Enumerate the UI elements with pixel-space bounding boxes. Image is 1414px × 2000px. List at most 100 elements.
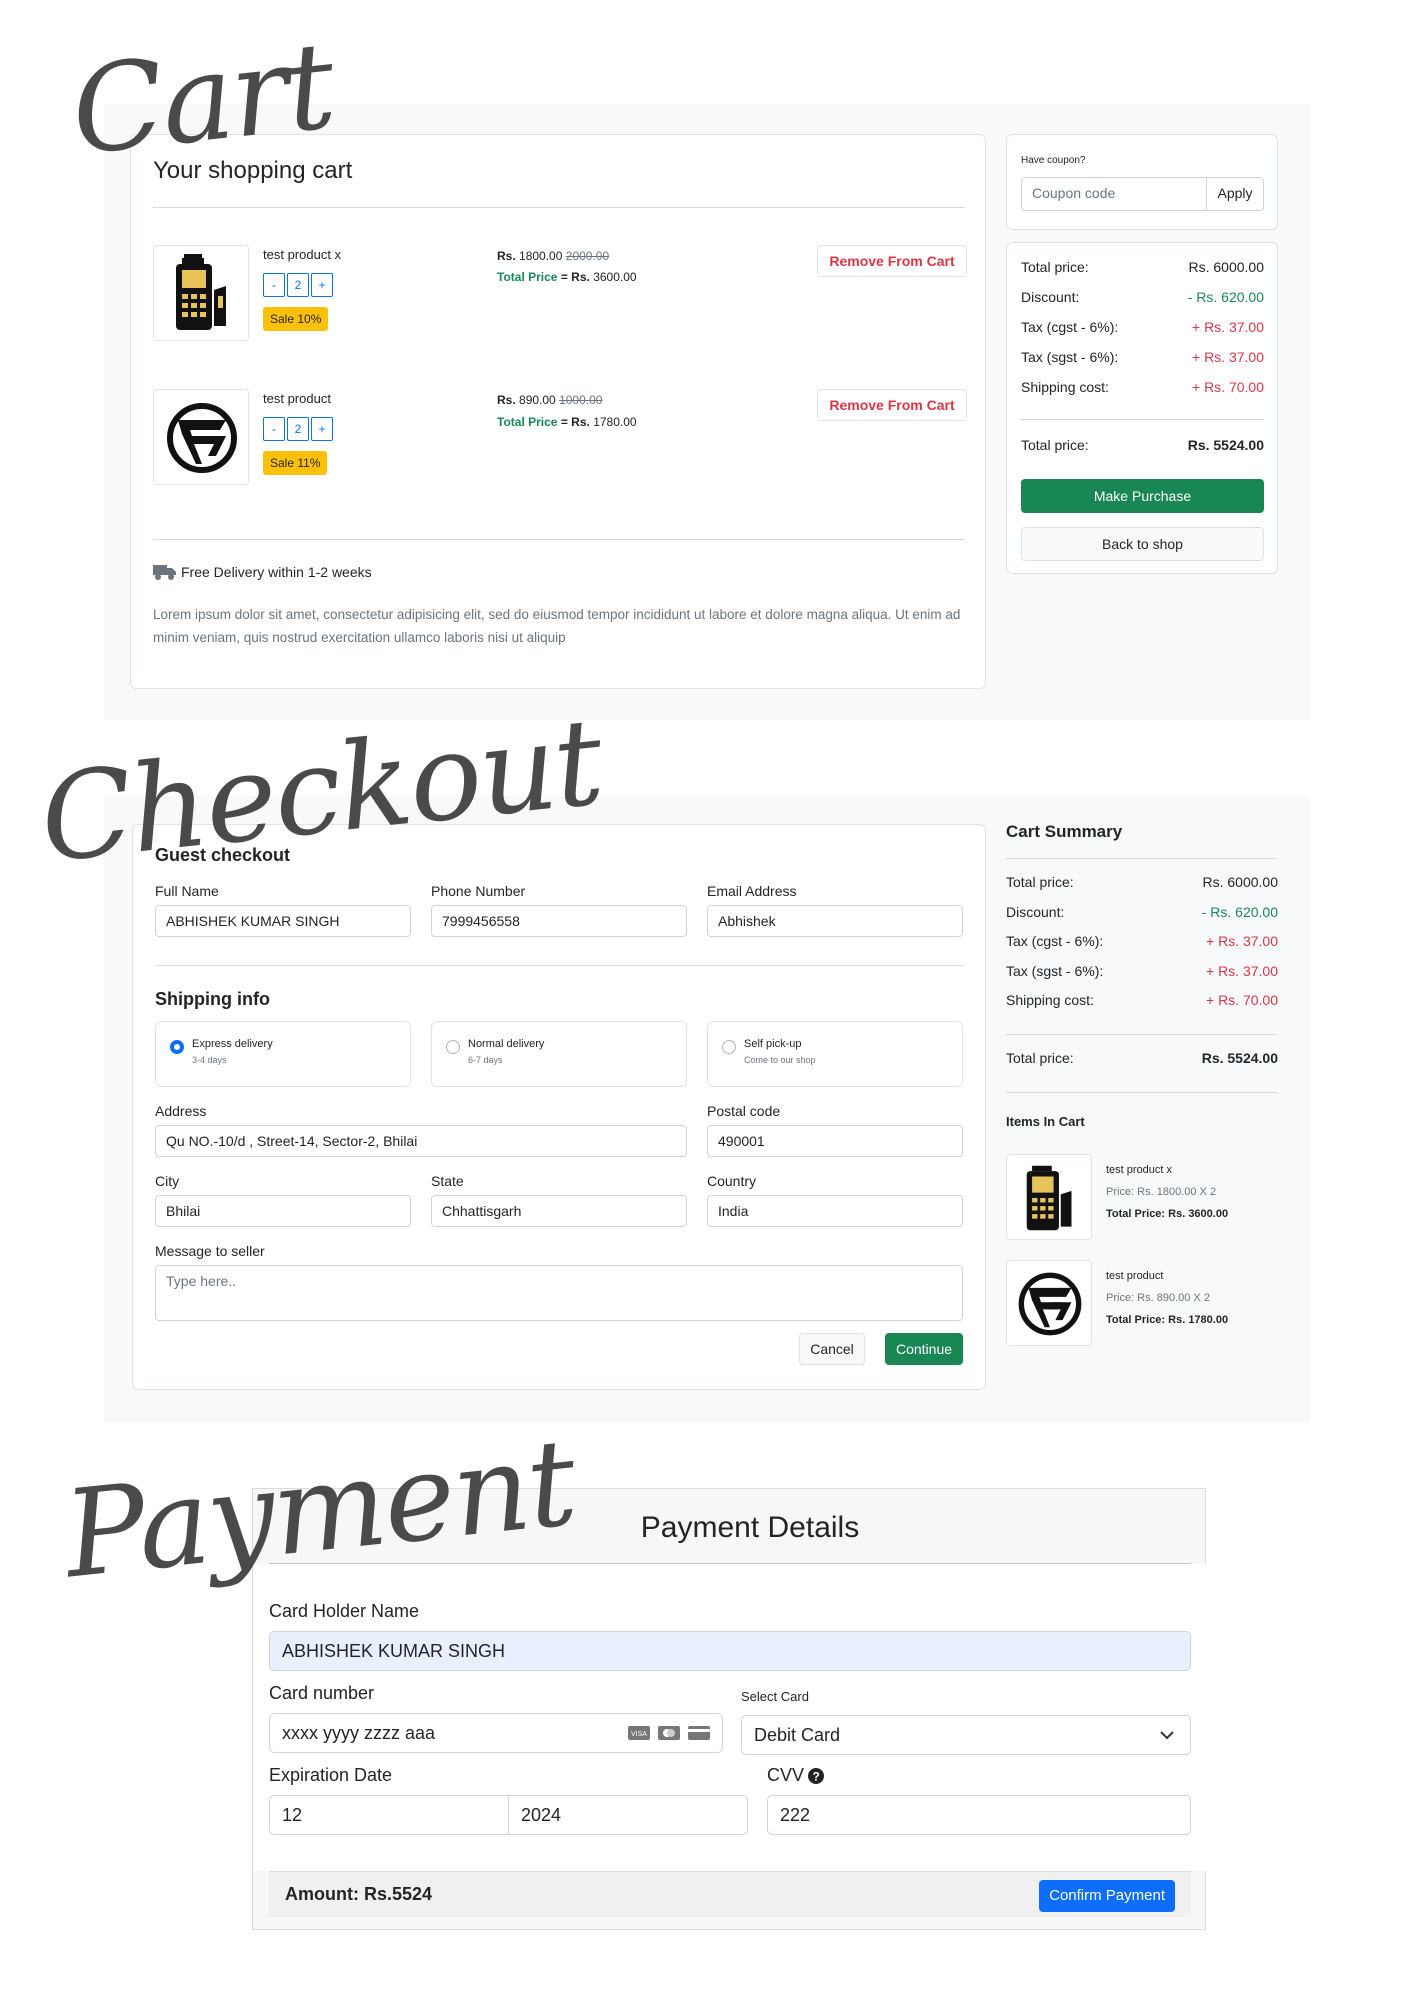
- delivery-option-normal[interactable]: Normal delivery 6-7 days: [431, 1021, 687, 1087]
- value: + Rs. 37.00: [1192, 349, 1264, 365]
- summary-total-row: Total price: Rs. 5524.00: [1006, 1050, 1278, 1066]
- phone-input[interactable]: 7999456558: [431, 905, 687, 937]
- card-icon: [688, 1726, 710, 1740]
- currency: Rs.: [497, 393, 516, 407]
- equals: =: [560, 270, 568, 284]
- summary-row: Tax (sgst - 6%): + Rs. 37.00: [1021, 349, 1264, 365]
- equals: =: [560, 415, 568, 429]
- currency: Rs.: [571, 415, 590, 429]
- continue-button[interactable]: Continue: [885, 1333, 963, 1365]
- product-image: [153, 389, 249, 485]
- qty-value[interactable]: 2: [287, 273, 309, 297]
- question-circle-icon[interactable]: ?: [808, 1767, 825, 1784]
- card-number-input[interactable]: xxxx yyyy zzzz aaa VISA: [269, 1713, 723, 1753]
- country-input[interactable]: India: [707, 1195, 963, 1227]
- option-title: Normal delivery: [468, 1038, 545, 1050]
- summary-row: Tax (cgst - 6%): + Rs. 37.00: [1021, 319, 1264, 335]
- apply-coupon-button[interactable]: Apply: [1206, 177, 1264, 211]
- expiration-label: Expiration Date: [269, 1765, 393, 1785]
- postal-label: Postal code: [707, 1103, 781, 1119]
- product-image: [153, 245, 249, 341]
- currency: Rs.: [497, 249, 516, 263]
- cart-item-total: Total Price: Rs. 3600.00: [1106, 1208, 1229, 1220]
- sale-badge: Sale 11%: [263, 451, 328, 475]
- card-holder-input[interactable]: ABHISHEK KUMAR SINGH: [269, 1631, 1191, 1671]
- full-name-input[interactable]: ABHISHEK KUMAR SINGH: [155, 905, 411, 937]
- cart-item-price: Price: Rs. 1800.00 X 2: [1106, 1186, 1217, 1198]
- radio-button[interactable]: [446, 1040, 460, 1054]
- cvv-input[interactable]: 222: [767, 1795, 1191, 1835]
- city-input[interactable]: Bhilai: [155, 1195, 411, 1227]
- cvv-label: CVV ?: [767, 1765, 825, 1786]
- cvv-label-text: CVV: [767, 1765, 805, 1785]
- radio-button[interactable]: [722, 1040, 736, 1054]
- summary-row: Shipping cost: + Rs. 70.00: [1021, 379, 1264, 395]
- qty-plus-button[interactable]: +: [311, 417, 333, 441]
- confirm-payment-button[interactable]: Confirm Payment: [1039, 1880, 1175, 1912]
- postal-input[interactable]: 490001: [707, 1125, 963, 1157]
- cancel-button[interactable]: Cancel: [799, 1333, 865, 1365]
- product-name: test product: [263, 391, 331, 406]
- make-purchase-button[interactable]: Make Purchase: [1021, 479, 1264, 513]
- product-price: Rs. 1800.00 2000.00: [497, 249, 609, 263]
- label: Total price:: [1006, 1050, 1074, 1066]
- coupon-card: Have coupon? Coupon code Apply: [1006, 134, 1278, 230]
- cart-summary-title: Cart Summary: [1006, 822, 1123, 841]
- summary-row: Tax (sgst - 6%): + Rs. 37.00: [1006, 963, 1278, 979]
- label: Total price:: [1006, 874, 1074, 890]
- currency: Rs.: [571, 270, 590, 284]
- price: 890.00: [519, 393, 556, 407]
- qty-value[interactable]: 2: [287, 417, 309, 441]
- state-input[interactable]: Chhattisgarh: [431, 1195, 687, 1227]
- qty-minus-button[interactable]: -: [263, 417, 285, 441]
- summary-total-row: Total price: Rs. 5524.00: [1021, 437, 1264, 453]
- amount-text: Amount: Rs.5524: [285, 1884, 433, 1904]
- divider: [1006, 1034, 1278, 1035]
- payment-footer: Amount: Rs.5524 Confirm Payment: [269, 1871, 1191, 1917]
- cart-item-price: Price: Rs. 890.00 X 2: [1106, 1292, 1210, 1304]
- qty-minus-button[interactable]: -: [263, 273, 285, 297]
- items-in-cart-title: Items In Cart: [1006, 1114, 1085, 1129]
- delivery-note: Free Delivery within 1-2 weeks: [153, 563, 372, 581]
- message-textarea[interactable]: Type here..: [155, 1265, 963, 1321]
- qty-plus-button[interactable]: +: [311, 273, 333, 297]
- message-label: Message to seller: [155, 1243, 265, 1259]
- quantity-stepper: - 2 +: [263, 417, 335, 441]
- select-card-dropdown[interactable]: Debit Card: [741, 1715, 1191, 1755]
- email-input[interactable]: Abhishek: [707, 905, 963, 937]
- address-input[interactable]: Qu NO.-10/d , Street-14, Sector-2, Bhila…: [155, 1125, 687, 1157]
- remove-from-cart-button[interactable]: Remove From Cart: [817, 245, 967, 277]
- divider: [153, 539, 965, 540]
- cart-item-name: test product: [1106, 1270, 1164, 1282]
- product-price: Rs. 890.00 1000.00: [497, 393, 602, 407]
- cart-description: Lorem ipsum dolor sit amet, consectetur …: [153, 607, 961, 645]
- cart-card: Your shopping cart test product x - 2 + …: [130, 134, 986, 689]
- label: Tax (cgst - 6%):: [1021, 319, 1119, 335]
- cart-item-image: [1006, 1260, 1092, 1346]
- exp-month-input[interactable]: 12: [269, 1795, 509, 1835]
- label: Shipping cost:: [1021, 379, 1109, 395]
- price: 1800.00: [519, 249, 563, 263]
- coupon-label: Have coupon?: [1021, 155, 1086, 166]
- remove-from-cart-button[interactable]: Remove From Cart: [817, 389, 967, 421]
- cart-item-name: test product x: [1106, 1164, 1173, 1176]
- option-sub: 3-4 days: [192, 1055, 227, 1065]
- value: - Rs. 620.00: [1187, 289, 1264, 305]
- label: Tax (sgst - 6%):: [1006, 963, 1104, 979]
- option-sub: 6-7 days: [468, 1055, 503, 1065]
- value: + Rs. 37.00: [1206, 963, 1278, 979]
- radio-button[interactable]: [170, 1040, 184, 1054]
- summary-row: Discount: - Rs. 620.00: [1006, 904, 1278, 920]
- order-summary-card: Total price: Rs. 6000.00 Discount: - Rs. 6…: [1006, 242, 1278, 574]
- old-price: 2000.00: [565, 249, 610, 263]
- back-to-shop-button[interactable]: Back to shop: [1021, 527, 1264, 561]
- city-label: City: [155, 1173, 180, 1189]
- phone-label: Phone Number: [431, 883, 526, 899]
- chevron-down-icon: [1160, 1731, 1174, 1740]
- exp-year-input[interactable]: 2024: [508, 1795, 748, 1835]
- delivery-option-pickup[interactable]: Self pick-up Come to our shop: [707, 1021, 963, 1087]
- address-label: Address: [155, 1103, 207, 1119]
- total-price-label: Total Price: [497, 270, 558, 284]
- coupon-input[interactable]: Coupon code: [1021, 177, 1207, 211]
- delivery-option-express[interactable]: Express delivery 3-4 days: [155, 1021, 411, 1087]
